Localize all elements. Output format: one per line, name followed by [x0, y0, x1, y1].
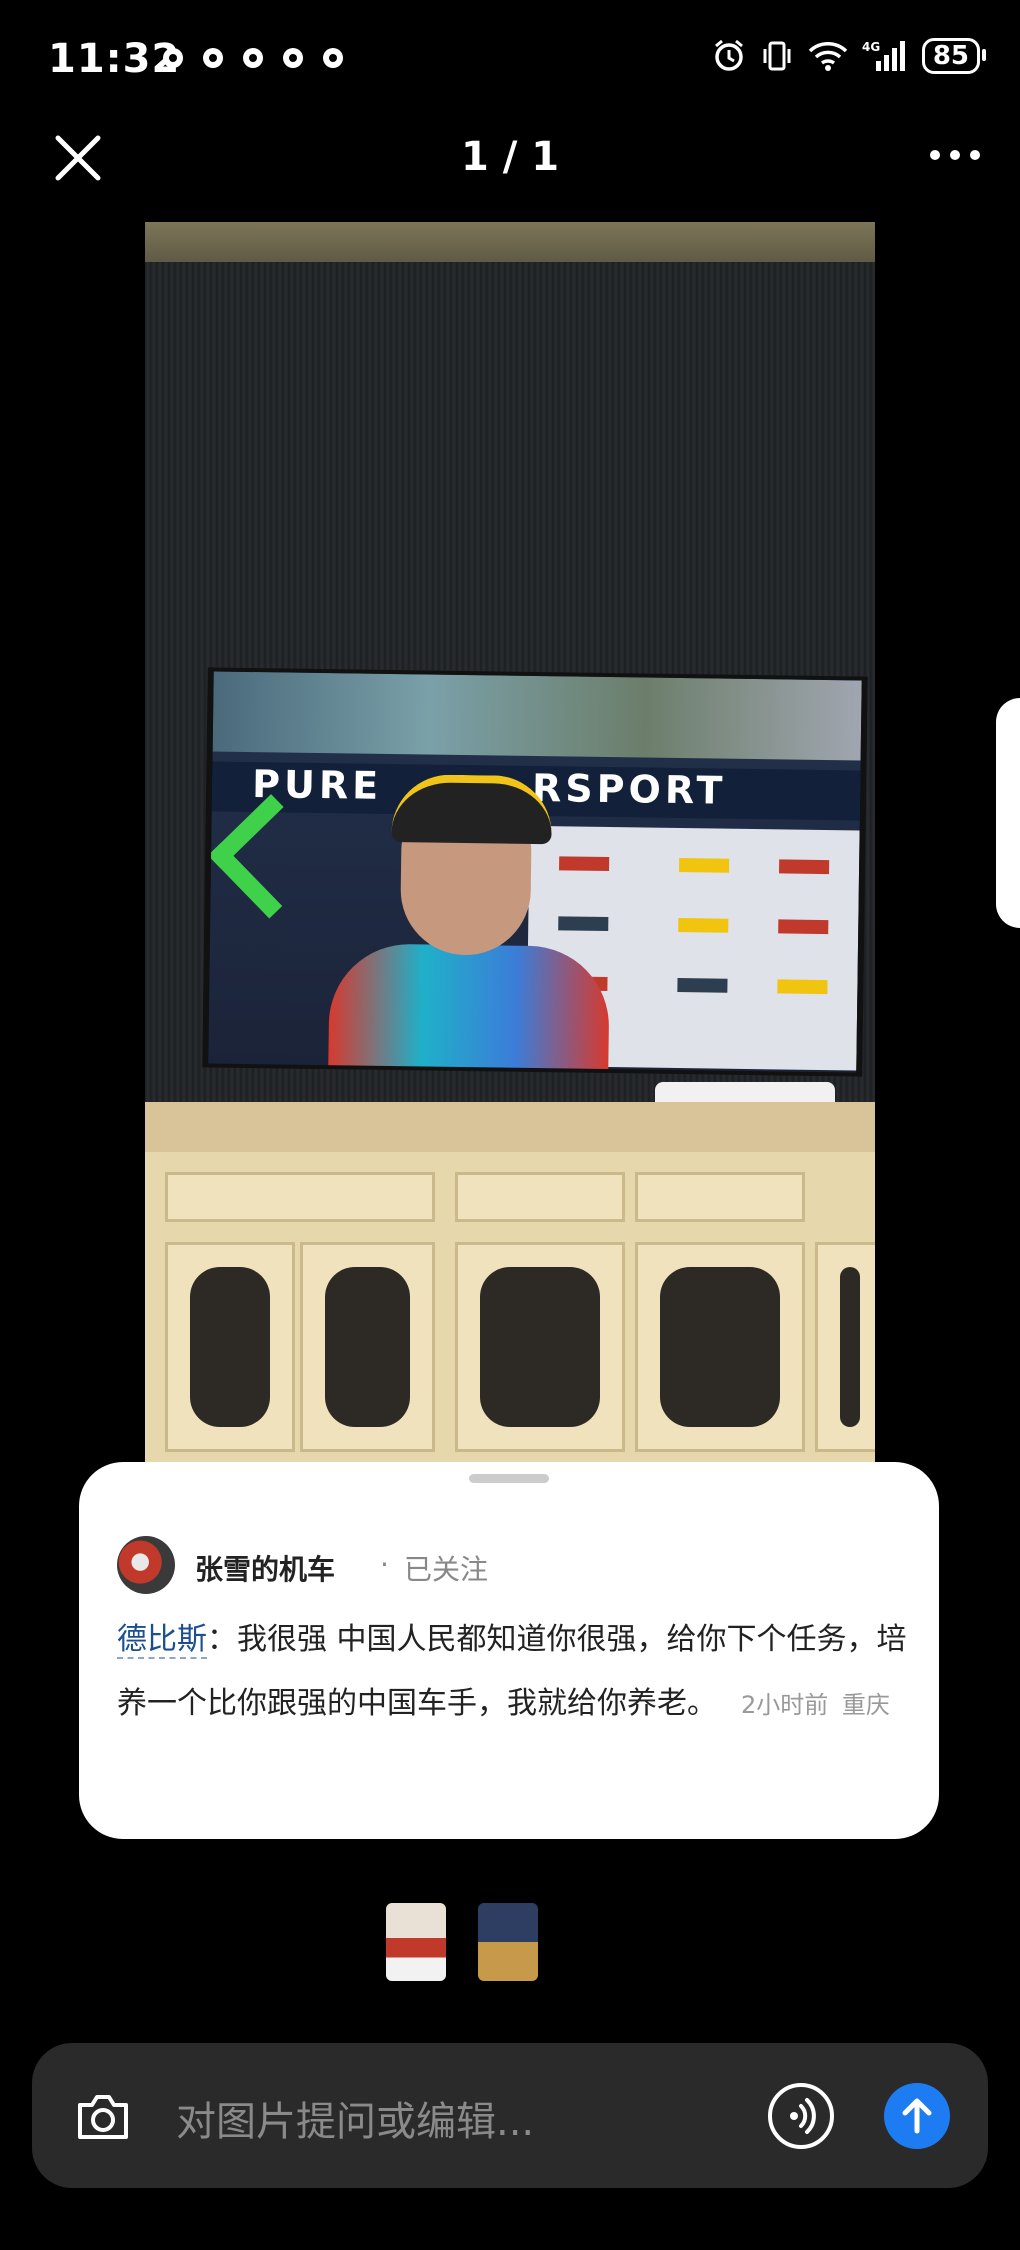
notification-icon	[163, 48, 183, 68]
battery-indicator: 85	[921, 38, 987, 74]
ask-input-bar[interactable]: 对图片提问或编辑...	[32, 2043, 988, 2188]
comment-time: 2小时前	[741, 1691, 829, 1719]
camera-icon	[78, 2095, 128, 2139]
comment-card[interactable]: 张雪的机车 · 已关注 德比斯：我很强 中国人民都知道你很强，给你下个任务，培养…	[79, 1462, 939, 1839]
author-name[interactable]: 张雪的机车	[195, 1548, 335, 1588]
system-icons: 4G 85	[712, 38, 987, 74]
wifi-icon	[808, 39, 848, 73]
voice-icon	[790, 2098, 816, 2134]
more-icon-dot	[970, 150, 980, 160]
comment-colon: ：	[207, 1622, 237, 1657]
more-icon-dot	[950, 150, 960, 160]
notification-icon	[323, 48, 343, 68]
comment-location: 重庆	[841, 1691, 890, 1719]
tv-crowd	[212, 671, 862, 761]
notification-icon	[203, 48, 223, 68]
cabinet-door	[300, 1242, 435, 1452]
camera-button[interactable]	[72, 2085, 134, 2147]
arrow-up-icon	[902, 2098, 932, 2134]
send-button[interactable]	[884, 2083, 950, 2149]
image-counter: 1 / 1	[460, 134, 560, 180]
notification-icon	[243, 48, 263, 68]
cabinet-door	[815, 1242, 875, 1452]
notification-icon	[283, 48, 303, 68]
thumbnail-1[interactable]	[386, 1903, 446, 1981]
vibrate-icon	[760, 39, 794, 73]
drag-handle[interactable]	[469, 1474, 549, 1483]
rider-cap	[391, 773, 553, 845]
main-photo[interactable]: PURE RSPORT	[145, 222, 875, 1462]
ask-input[interactable]: 对图片提问或编辑...	[176, 2089, 534, 2147]
cabinet-door	[635, 1242, 805, 1452]
cabinet-drawer	[635, 1172, 805, 1222]
mention-link[interactable]: 德比斯	[117, 1622, 207, 1659]
photo-cabinet	[145, 1152, 875, 1462]
follow-status[interactable]: 已关注	[404, 1548, 488, 1588]
status-bar: 11:32 4G 85	[0, 0, 1020, 120]
alarm-icon	[712, 39, 746, 73]
cabinet-door	[455, 1242, 625, 1452]
notification-icons	[163, 48, 343, 68]
more-icon-dot	[930, 150, 940, 160]
side-panel-handle[interactable]	[996, 698, 1020, 928]
signal-icon: 4G	[862, 39, 908, 73]
rider-suit	[328, 943, 610, 1073]
network-type-label: 4G	[862, 40, 880, 54]
comment-text-block: 德比斯：我很强 中国人民都知道你很强，给你下个任务，培养一个比你跟强的中国车手，…	[117, 1608, 907, 1737]
voice-button[interactable]	[768, 2083, 834, 2149]
tv-screen: PURE RSPORT	[208, 671, 862, 1073]
status-time: 11:32	[48, 36, 181, 82]
follow-separator: ·	[380, 1548, 389, 1581]
cabinet-door	[165, 1242, 295, 1452]
thumbnail-2[interactable]	[478, 1903, 538, 1981]
cabinet-drawer	[165, 1172, 435, 1222]
photo-tv: PURE RSPORT	[202, 667, 868, 1077]
cabinet-drawer	[455, 1172, 625, 1222]
avatar[interactable]	[117, 1536, 175, 1594]
more-options-button[interactable]	[930, 150, 980, 160]
tv-rider	[328, 753, 612, 1073]
thumbnail-strip	[386, 1903, 538, 1981]
